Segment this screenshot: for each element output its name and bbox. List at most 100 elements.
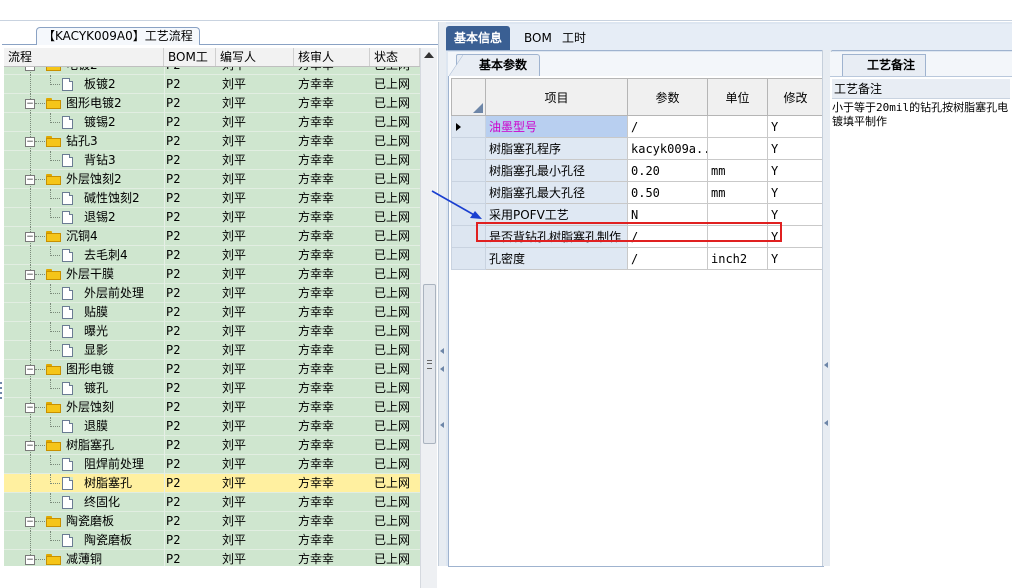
tree-row[interactable]: 贴膜 P2 刘平 方幸幸 已上网 xyxy=(4,303,420,322)
folder-icon xyxy=(46,364,61,375)
param-modify-cell[interactable]: Y xyxy=(767,247,824,270)
param-modify-cell[interactable]: Y xyxy=(767,115,824,138)
tree-row[interactable]: 阻焊前处理 P2 刘平 方幸幸 已上网 xyxy=(4,455,420,474)
row-indicator[interactable] xyxy=(451,181,486,204)
tree-row[interactable]: − 图形电镀2 P2 刘平 方幸幸 已上网 xyxy=(4,94,420,113)
row-indicator[interactable] xyxy=(451,159,486,182)
param-modify-cell[interactable]: Y xyxy=(767,181,824,204)
param-row[interactable]: 树脂塞孔最小孔径 0.20 mm Y xyxy=(451,159,824,182)
document-icon xyxy=(62,287,73,300)
tree-row[interactable]: − 减薄铜 P2 刘平 方幸幸 已上网 xyxy=(4,550,420,566)
tree-row[interactable]: 板镀2 P2 刘平 方幸幸 已上网 xyxy=(4,75,420,94)
tree-row[interactable]: 曝光 P2 刘平 方幸幸 已上网 xyxy=(4,322,420,341)
param-value-cell[interactable]: N xyxy=(627,203,708,226)
collapse-toggle-icon[interactable]: − xyxy=(25,270,35,280)
row-indicator[interactable] xyxy=(451,137,486,160)
row-indicator[interactable] xyxy=(451,247,486,270)
tree-row[interactable]: − 外层蚀刻 P2 刘平 方幸幸 已上网 xyxy=(4,398,420,417)
reviewer-cell: 方幸幸 xyxy=(298,229,335,243)
param-unit-cell[interactable] xyxy=(707,225,768,248)
tree-row[interactable]: 树脂塞孔 P2 刘平 方幸幸 已上网 xyxy=(4,474,420,493)
tree-row[interactable]: 外层前处理 P2 刘平 方幸幸 已上网 xyxy=(4,284,420,303)
scroll-up-arrow-icon[interactable] xyxy=(424,52,434,58)
param-col-item[interactable]: 项目 xyxy=(485,78,628,116)
tree-row[interactable]: 背钻3 P2 刘平 方幸幸 已上网 xyxy=(4,151,420,170)
collapse-toggle-icon[interactable]: − xyxy=(25,175,35,185)
collapse-toggle-icon[interactable]: − xyxy=(25,137,35,147)
param-row[interactable]: 是否背钻孔树脂塞孔制作 / Y xyxy=(451,225,824,248)
param-unit-cell[interactable] xyxy=(707,137,768,160)
param-col-modify[interactable]: 修改 xyxy=(767,78,824,116)
param-row[interactable]: 孔密度 / inch2 Y xyxy=(451,247,824,270)
param-corner-cell[interactable] xyxy=(451,78,486,116)
param-row[interactable]: 树脂塞孔程序kacyk009a... Y xyxy=(451,137,824,160)
col-header-reviewer[interactable]: 核审人 xyxy=(294,48,370,66)
tree-row[interactable]: 镀锡2 P2 刘平 方幸幸 已上网 xyxy=(4,113,420,132)
tab-process-notes[interactable]: 工艺备注 xyxy=(842,54,927,76)
collapse-toggle-icon[interactable]: − xyxy=(25,67,35,71)
param-row[interactable]: 树脂塞孔最大孔径 0.50 mm Y xyxy=(451,181,824,204)
param-unit-cell[interactable] xyxy=(707,203,768,226)
row-indicator[interactable] xyxy=(451,115,486,138)
col-header-author[interactable]: 编写人 xyxy=(216,48,294,66)
param-value-cell[interactable]: 0.20 xyxy=(627,159,708,182)
tab-basic-info[interactable]: 基本信息 xyxy=(446,26,511,50)
param-col-unit[interactable]: 单位 xyxy=(707,78,768,116)
param-value-cell[interactable]: kacyk009a... xyxy=(627,137,708,160)
collapse-toggle-icon[interactable]: − xyxy=(25,441,35,451)
tree-row[interactable]: 终固化 P2 刘平 方幸幸 已上网 xyxy=(4,493,420,512)
tab-basic-params[interactable]: 基本参数 xyxy=(448,54,541,76)
collapse-toggle-icon[interactable]: − xyxy=(25,232,35,242)
process-grid-scrollbar[interactable] xyxy=(420,48,437,588)
col-header-bom[interactable]: BOM工厂 xyxy=(164,48,216,82)
process-notes-text[interactable]: 小于等于20mil的钻孔按树脂塞孔电镀填平制作 xyxy=(832,101,1010,129)
tab-work-hours[interactable]: 工时 xyxy=(554,26,594,50)
col-header-status[interactable]: 状态 xyxy=(370,48,420,66)
tree-row[interactable]: − 图形电镀 P2 刘平 方幸幸 已上网 xyxy=(4,360,420,379)
collapse-toggle-icon[interactable]: − xyxy=(25,365,35,375)
scrollbar-thumb[interactable] xyxy=(423,284,436,444)
collapse-toggle-icon[interactable]: − xyxy=(25,555,35,565)
param-unit-cell[interactable] xyxy=(707,115,768,138)
param-row[interactable]: 油墨型号 / Y xyxy=(451,115,824,138)
top-splitter-grip[interactable] xyxy=(624,16,680,27)
param-value-cell[interactable]: 0.50 xyxy=(627,181,708,204)
param-unit-cell[interactable]: mm xyxy=(707,159,768,182)
tree-row[interactable]: − 沉铜4 P2 刘平 方幸幸 已上网 xyxy=(4,227,420,246)
tree-row[interactable]: 陶瓷磨板 P2 刘平 方幸幸 已上网 xyxy=(4,531,420,550)
tree-row[interactable]: 退膜 P2 刘平 方幸幸 已上网 xyxy=(4,417,420,436)
col-header-flow[interactable]: 流程 xyxy=(4,48,164,66)
tree-row[interactable]: − 钻孔3 P2 刘平 方幸幸 已上网 xyxy=(4,132,420,151)
collapse-toggle-icon[interactable]: − xyxy=(25,99,35,109)
param-modify-cell[interactable]: Y xyxy=(767,137,824,160)
tree-row[interactable]: 镀孔 P2 刘平 方幸幸 已上网 xyxy=(4,379,420,398)
collapse-toggle-icon[interactable]: − xyxy=(25,403,35,413)
tree-row[interactable]: − 陶瓷磨板 P2 刘平 方幸幸 已上网 xyxy=(4,512,420,531)
param-row[interactable]: 采用POFV工艺 N Y xyxy=(451,203,824,226)
param-value-cell[interactable]: / xyxy=(627,115,708,138)
tree-row[interactable]: − 树脂塞孔 P2 刘平 方幸幸 已上网 xyxy=(4,436,420,455)
param-modify-cell[interactable]: Y xyxy=(767,225,824,248)
param-unit-cell[interactable]: mm xyxy=(707,181,768,204)
param-col-value[interactable]: 参数 xyxy=(627,78,708,116)
param-value-cell[interactable]: / xyxy=(627,247,708,270)
tree-row[interactable]: 显影 P2 刘平 方幸幸 已上网 xyxy=(4,341,420,360)
row-indicator[interactable] xyxy=(451,203,486,226)
status-cell: 已上网 xyxy=(374,134,411,148)
param-modify-cell[interactable]: Y xyxy=(767,159,824,182)
row-indicator[interactable] xyxy=(451,225,486,248)
document-icon xyxy=(62,344,73,357)
tree-row[interactable]: − 电镀2 P2 刘平方幸幸已上网 xyxy=(4,67,420,75)
tree-row[interactable]: 去毛刺4 P2 刘平 方幸幸 已上网 xyxy=(4,246,420,265)
author-cell: 刘平 xyxy=(222,381,247,395)
tree-row[interactable]: 碱性蚀刻2 P2 刘平 方幸幸 已上网 xyxy=(4,189,420,208)
tree-row[interactable]: 退锡2 P2 刘平 方幸幸 已上网 xyxy=(4,208,420,227)
tree-row[interactable]: − 外层蚀刻2 P2 刘平 方幸幸 已上网 xyxy=(4,170,420,189)
param-modify-cell[interactable]: Y xyxy=(767,203,824,226)
collapse-toggle-icon[interactable]: − xyxy=(25,517,35,527)
process-flow-title[interactable]: 【KACYK009A0】工艺流程 xyxy=(36,27,200,45)
tree-row[interactable]: − 外层干膜 P2 刘平 方幸幸 已上网 xyxy=(4,265,420,284)
left-edge-grip[interactable] xyxy=(0,382,3,404)
param-value-cell[interactable]: / xyxy=(627,225,708,248)
param-unit-cell[interactable]: inch2 xyxy=(707,247,768,270)
